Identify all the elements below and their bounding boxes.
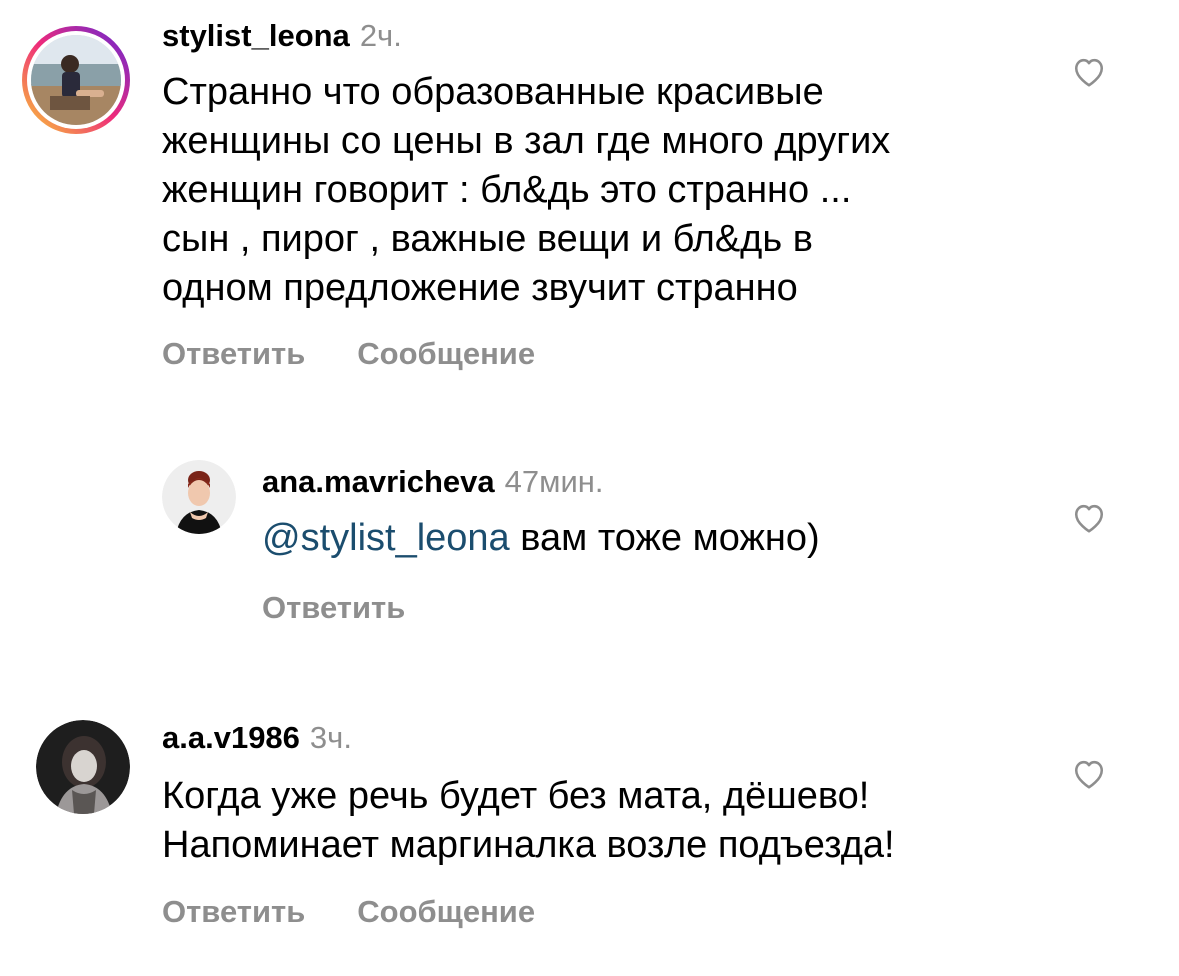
heart-outline-icon[interactable] xyxy=(1071,500,1107,534)
username[interactable]: ana.mavricheva xyxy=(262,464,495,499)
comment: stylist_leona 2ч. Странно что образованны… xyxy=(0,0,1179,400)
heart-outline-icon[interactable] xyxy=(1071,54,1107,88)
timestamp: 47мин. xyxy=(504,464,604,499)
comment: a.a.v1986 3ч. Когда уже речь будет без ма… xyxy=(0,700,1179,976)
comment-actions: Ответить Сообщение xyxy=(162,894,587,930)
timestamp: 2ч. xyxy=(359,18,402,53)
comment-actions: Ответить xyxy=(262,590,457,626)
avatar[interactable] xyxy=(162,460,236,534)
reply-text: вам тоже можно) xyxy=(509,517,820,559)
comment-text: @stylist_leona вам тоже можно) xyxy=(262,514,1042,563)
comments-thread: stylist_leona 2ч. Странно что образованны… xyxy=(0,0,1179,976)
message-button[interactable]: Сообщение xyxy=(357,336,535,372)
comment-text: Когда уже речь будет без мата, дёшево! Н… xyxy=(162,775,895,866)
comment-header: a.a.v1986 3ч. xyxy=(162,720,352,762)
avatar[interactable] xyxy=(20,24,132,136)
reply-button[interactable]: Ответить xyxy=(162,894,305,930)
user-photo xyxy=(22,26,130,134)
comment-header: stylist_leona 2ч. xyxy=(162,18,402,60)
user-photo xyxy=(162,460,236,534)
avatar[interactable] xyxy=(36,720,130,814)
mention-link[interactable]: @stylist_leona xyxy=(262,517,510,559)
reply-button[interactable]: Ответить xyxy=(162,336,305,372)
comment-header: ana.mavricheva 47мин. xyxy=(262,464,604,506)
reply-button[interactable]: Ответить xyxy=(262,590,405,626)
timestamp: 3ч. xyxy=(309,720,352,755)
comment-text: Странно что образованные красивые женщин… xyxy=(162,71,891,309)
heart-outline-icon[interactable] xyxy=(1071,756,1107,790)
reply-comment: ana.mavricheva 47мин. @stylist_leona вам … xyxy=(0,440,1179,670)
user-photo xyxy=(36,720,130,814)
message-button[interactable]: Сообщение xyxy=(357,894,535,930)
username[interactable]: stylist_leona xyxy=(162,18,350,53)
username[interactable]: a.a.v1986 xyxy=(162,720,300,755)
comment-actions: Ответить Сообщение xyxy=(162,336,587,372)
